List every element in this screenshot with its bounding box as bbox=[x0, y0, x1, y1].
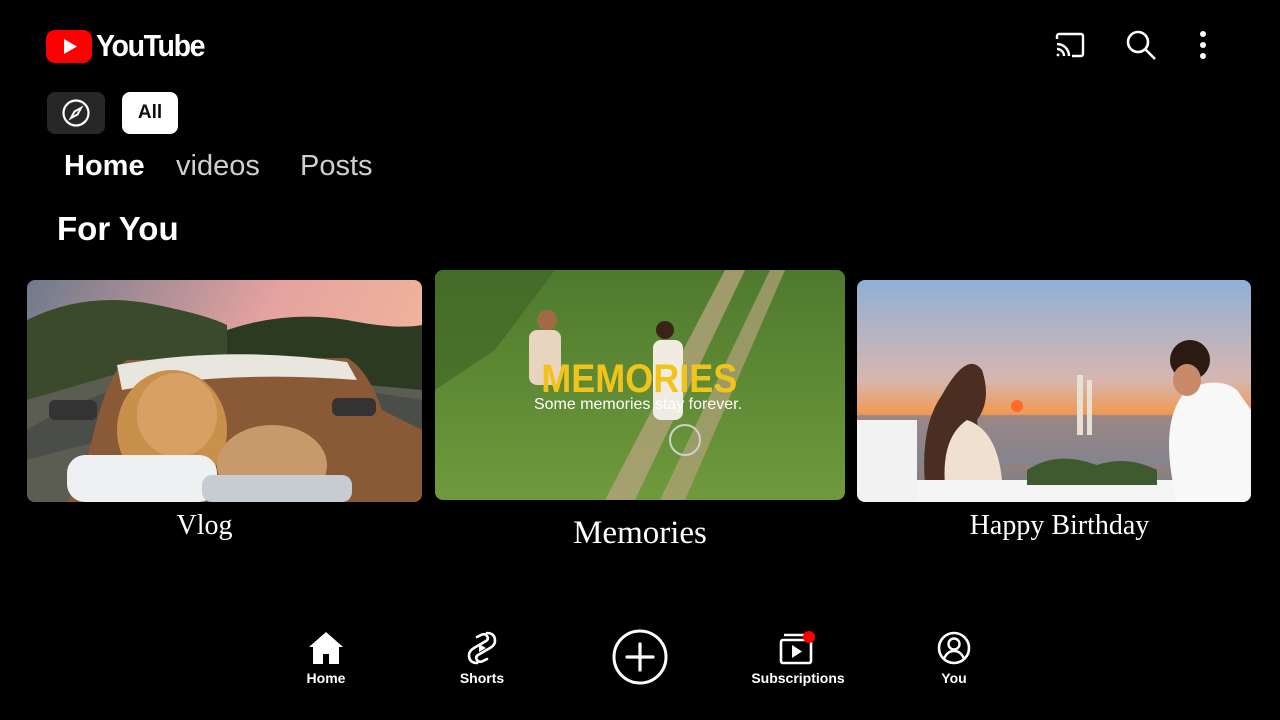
search-icon[interactable] bbox=[1124, 28, 1158, 62]
nav-home[interactable]: Home bbox=[296, 630, 356, 686]
home-icon bbox=[309, 632, 343, 664]
nav-label-shorts: Shorts bbox=[459, 670, 505, 686]
youtube-play-icon bbox=[46, 29, 92, 63]
nav-subscriptions[interactable]: Subscriptions bbox=[748, 630, 848, 686]
tab-videos[interactable]: videos bbox=[176, 150, 260, 183]
explore-chip[interactable] bbox=[47, 92, 105, 134]
account-icon bbox=[937, 631, 971, 665]
compass-icon bbox=[62, 99, 90, 127]
video-card-vlog[interactable] bbox=[27, 280, 422, 502]
create-plus-icon bbox=[612, 629, 668, 685]
shorts-icon bbox=[467, 631, 497, 665]
thumbnail-happy-birthday bbox=[857, 280, 1251, 502]
tab-posts[interactable]: Posts bbox=[300, 150, 373, 183]
video-card-happy-birthday[interactable] bbox=[857, 280, 1251, 502]
thumbnail-memories: MEMORIES Some memories stay forever. bbox=[435, 270, 845, 500]
video-title-memories[interactable]: Memories bbox=[435, 515, 845, 552]
overlay-title: MEMORIES bbox=[541, 357, 737, 401]
brand-name: YouTube bbox=[96, 28, 205, 63]
video-title-vlog[interactable]: Vlog bbox=[27, 510, 382, 542]
video-card-memories[interactable]: MEMORIES Some memories stay forever. bbox=[435, 270, 845, 500]
nav-shorts[interactable]: Shorts bbox=[452, 630, 512, 686]
chip-all[interactable]: All bbox=[122, 92, 178, 134]
thumbnail-vlog bbox=[27, 280, 422, 502]
nav-you[interactable]: You bbox=[924, 630, 984, 686]
more-vert-icon[interactable] bbox=[1186, 28, 1220, 62]
subscriptions-icon bbox=[779, 631, 815, 665]
section-title: For You bbox=[57, 210, 179, 247]
notification-badge bbox=[803, 631, 815, 643]
nav-create[interactable] bbox=[610, 628, 670, 686]
nav-label-you: You bbox=[941, 670, 967, 686]
video-title-happy-birthday[interactable]: Happy Birthday bbox=[862, 510, 1257, 542]
nav-label-home: Home bbox=[306, 670, 346, 686]
nav-label-subscriptions: Subscriptions bbox=[751, 670, 845, 686]
tab-home[interactable]: Home bbox=[64, 150, 145, 183]
youtube-logo[interactable]: YouTube bbox=[46, 28, 214, 64]
cast-icon[interactable] bbox=[1053, 28, 1087, 62]
overlay-subtitle: Some memories stay forever. bbox=[534, 396, 742, 413]
